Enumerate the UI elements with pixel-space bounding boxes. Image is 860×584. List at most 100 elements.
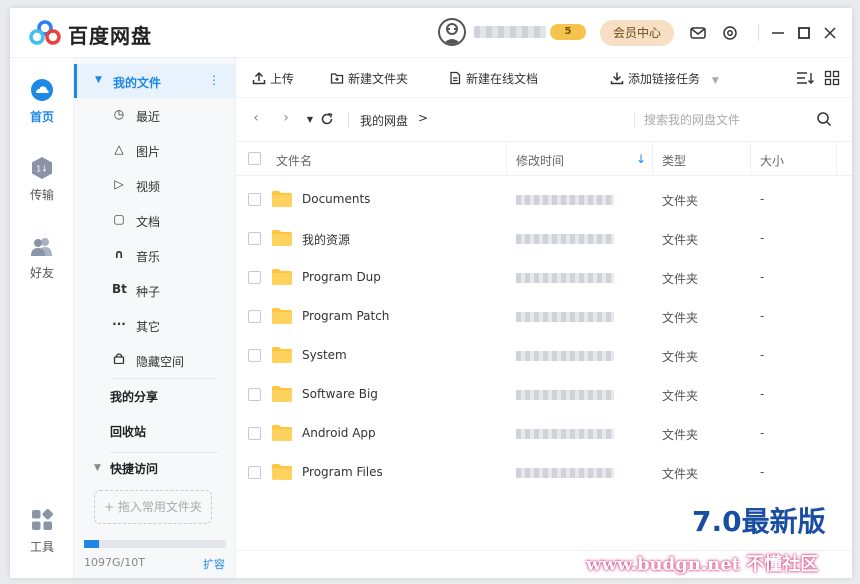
column-size-header[interactable]: 大小 (760, 152, 784, 169)
sidebar-item-documents[interactable]: ▢ 文档 (74, 203, 236, 237)
member-center-button[interactable]: 会员中心 (600, 20, 674, 46)
version-watermark: 7.0最新版 (692, 505, 826, 538)
search-icon[interactable] (816, 111, 832, 127)
file-name[interactable]: System (302, 348, 347, 362)
add-link-task-button[interactable]: 添加链接任务 ▼ (610, 70, 719, 87)
refresh-icon[interactable] (320, 112, 334, 126)
sidebar-item-label: 文档 (136, 215, 161, 229)
sort-icon[interactable] (796, 70, 814, 86)
table-row[interactable]: Program Files 文件夹 - (236, 453, 852, 492)
sidebar-item-label: 视频 (136, 180, 161, 194)
row-checkbox[interactable] (248, 388, 261, 401)
search-divider (634, 112, 635, 128)
file-size: - (760, 426, 765, 440)
file-name[interactable]: Program Dup (302, 270, 381, 284)
forward-chevron-icon[interactable]: › (278, 110, 294, 126)
sidebar-quick-access[interactable]: 快捷访问 (110, 460, 158, 477)
sidebar-my-share[interactable]: 我的分享 (110, 388, 158, 405)
history-dropdown-icon[interactable]: ▼ (302, 115, 318, 124)
table-row[interactable]: 我的资源 文件夹 - (236, 219, 852, 258)
mail-icon[interactable] (688, 23, 708, 43)
file-size: - (760, 231, 765, 245)
row-checkbox[interactable] (248, 232, 261, 245)
file-name[interactable]: 我的资源 (302, 231, 350, 248)
new-folder-button[interactable]: 新建文件夹 (330, 70, 408, 87)
settings-gear-icon[interactable] (720, 23, 740, 43)
sidebar-item-music[interactable]: ∩ 音乐 (74, 238, 236, 272)
minimize-icon[interactable] (768, 23, 788, 43)
select-all-checkbox[interactable] (248, 152, 261, 165)
new-folder-icon (330, 73, 344, 84)
row-checkbox[interactable] (248, 349, 261, 362)
search-input[interactable] (644, 108, 814, 132)
table-row[interactable]: Documents 文件夹 - (236, 180, 852, 219)
sidebar-item-label: 图片 (136, 145, 161, 159)
row-checkbox[interactable] (248, 271, 261, 284)
nav-transfer[interactable]: 1↓ 传输 (10, 156, 74, 203)
tools-icon (32, 509, 53, 530)
grid-view-icon[interactable] (824, 70, 840, 86)
download-icon (610, 72, 624, 85)
row-checkbox[interactable] (248, 466, 261, 479)
friends-icon (31, 238, 52, 256)
upload-button[interactable]: 上传 (252, 70, 294, 87)
new-online-doc-button[interactable]: 新建在线文档 (448, 70, 538, 87)
file-name[interactable]: Software Big (302, 387, 378, 401)
breadcrumb-root[interactable]: 我的网盘 (360, 112, 408, 129)
sidebar-item-images[interactable]: △ 图片 (74, 133, 236, 167)
table-row[interactable]: Program Dup 文件夹 - (236, 258, 852, 297)
caret-down-icon[interactable]: ▼ (94, 463, 101, 473)
headphones-icon: ∩ (114, 247, 124, 261)
file-table-header: 文件名 修改时间 ↓ 类型 大小 (236, 142, 852, 176)
row-checkbox[interactable] (248, 193, 261, 206)
file-name[interactable]: Documents (302, 192, 370, 206)
folder-icon (272, 269, 292, 285)
sidebar-divider (110, 378, 218, 379)
file-size: - (760, 270, 765, 284)
maximize-icon[interactable] (794, 23, 814, 43)
table-row[interactable]: System 文件夹 - (236, 336, 852, 375)
file-name[interactable]: Program Patch (302, 309, 389, 323)
sidebar-item-label: 种子 (136, 285, 161, 299)
add-common-folder-dropzone[interactable]: + 拖入常用文件夹 (94, 490, 212, 524)
more-icon: ··· (112, 317, 126, 331)
sidebar-item-label: 其它 (136, 320, 161, 334)
column-type-header[interactable]: 类型 (662, 152, 686, 169)
more-options-icon[interactable]: ⋮ (208, 73, 220, 87)
sidebar-item-hidden-space[interactable]: 隐藏空间 (74, 343, 236, 377)
back-chevron-icon[interactable]: ‹ (248, 110, 264, 126)
title-bar: 百度网盘 5 会员中心 (10, 8, 852, 58)
column-name-header[interactable]: 文件名 (276, 152, 312, 169)
vip-level-badge[interactable]: 5 (550, 24, 586, 40)
row-checkbox[interactable] (248, 310, 261, 323)
username-blurred[interactable] (474, 26, 546, 38)
nav-home[interactable]: 首页 (10, 78, 74, 125)
table-row[interactable]: Program Patch 文件夹 - (236, 297, 852, 336)
sidebar-item-recent[interactable]: ◷ 最近 (74, 98, 236, 132)
sidebar-recycle-bin[interactable]: 回收站 (110, 423, 146, 440)
sidebar-item-other[interactable]: ··· 其它 (74, 308, 236, 342)
close-icon[interactable] (820, 23, 840, 43)
modified-time-blurred (516, 390, 614, 400)
file-name[interactable]: Program Files (302, 465, 383, 479)
chevron-down-icon[interactable]: ▼ (712, 76, 719, 86)
user-avatar[interactable] (438, 18, 466, 46)
table-row[interactable]: Android App 文件夹 - (236, 414, 852, 453)
video-icon: ▷ (114, 177, 124, 191)
folder-icon (272, 230, 292, 246)
file-type: 文件夹 (662, 194, 699, 208)
sidebar-divider (110, 452, 218, 453)
row-checkbox[interactable] (248, 427, 261, 440)
baidu-netdisk-logo-icon (29, 20, 61, 45)
storage-quota-bar (84, 540, 226, 548)
sidebar-item-videos[interactable]: ▷ 视频 (74, 168, 236, 202)
expand-storage-link[interactable]: 扩容 (203, 556, 225, 572)
nav-friends[interactable]: 好友 (10, 234, 74, 281)
nav-tools[interactable]: 工具 (10, 508, 74, 555)
file-name[interactable]: Android App (302, 426, 376, 440)
table-row[interactable]: Software Big 文件夹 - (236, 375, 852, 414)
sidebar-my-files[interactable]: ▼ 我的文件 ⋮ (74, 64, 236, 98)
sidebar-item-torrents[interactable]: Bt 种子 (74, 273, 236, 307)
sort-desc-arrow-icon[interactable]: ↓ (636, 152, 646, 166)
column-modified-header[interactable]: 修改时间 (516, 152, 564, 169)
